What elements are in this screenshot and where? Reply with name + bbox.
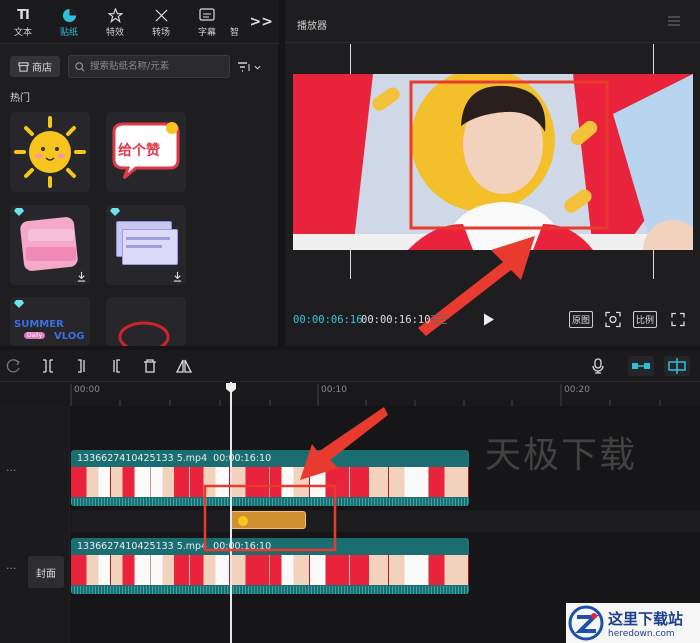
transition-icon	[154, 6, 169, 24]
annotation-arrow	[418, 236, 535, 336]
tab-label: 文本	[13, 28, 32, 38]
sticker-text: 给个赞	[118, 143, 160, 159]
screenshot-icon[interactable]	[605, 311, 621, 328]
fullscreen-icon[interactable]	[671, 311, 685, 328]
ruler-label: 00:10	[321, 385, 347, 395]
ruler-label: 00:20	[564, 385, 590, 395]
sticker-text: Daily	[24, 332, 46, 339]
audio-waveform	[71, 586, 469, 594]
redo-icon[interactable]	[6, 358, 22, 374]
delete-icon[interactable]	[142, 358, 158, 374]
mirror-icon[interactable]	[176, 358, 192, 374]
sticker-text: VLOG	[54, 331, 85, 342]
sticker-icon	[62, 6, 77, 24]
search-icon	[75, 61, 85, 72]
more-tabs-button[interactable]: >>	[250, 14, 273, 30]
clip-label: 1336627410425133 5.mp4 00:00:16:10	[77, 453, 272, 464]
split-right-icon[interactable]	[108, 358, 124, 374]
sticker-tile-circle[interactable]	[106, 297, 186, 346]
sticker-tile-sun[interactable]	[10, 112, 90, 192]
sticker-tile-window[interactable]	[106, 205, 186, 285]
sticker-tile-summer-vlog[interactable]: SUMMER VLOG Daily	[10, 297, 90, 346]
chevron-down-icon	[254, 65, 261, 70]
shop-icon	[18, 61, 29, 72]
tab-label: 特效	[105, 28, 124, 38]
tab-label: 转场	[151, 28, 170, 38]
time-ruler[interactable]: 00:00 00:10 00:20	[0, 382, 700, 406]
tab-subtitle[interactable]: 字幕	[184, 0, 230, 44]
sticker-tile-like[interactable]: 给个赞	[106, 112, 186, 192]
ruler-label: 00:00	[74, 385, 100, 395]
filter-button[interactable]	[238, 58, 268, 76]
diamond-icon	[14, 300, 24, 308]
filter-icon	[238, 62, 250, 72]
download-icon[interactable]	[172, 271, 183, 282]
sticker-tile-summer-pink[interactable]	[10, 205, 90, 285]
site-logo: 这里下载站 heredown.com	[566, 603, 700, 643]
total-time: 00:00:16:10	[361, 314, 431, 326]
clip-label: 1336627410425133 5.mp4 00:00:16:10	[77, 541, 272, 552]
split-icon[interactable]	[40, 358, 56, 374]
tab-label: 贴纸	[59, 28, 78, 38]
tab-label: 字幕	[197, 28, 216, 38]
snap-toggle[interactable]	[664, 356, 690, 376]
tab-effects[interactable]: 特效	[92, 0, 138, 44]
download-icon[interactable]	[76, 271, 87, 282]
tab-label: 智	[230, 28, 240, 38]
player-panel: 播放器 00:00:06:16 00:00:16:10 原图 比例	[285, 0, 700, 346]
category-tabs: TI 文本 贴纸 特效 转场 字幕 智 >>	[0, 0, 279, 44]
sun-thumbnail-icon	[238, 516, 248, 526]
video-clip-overlay[interactable]: 1336627410425133 5.mp4 00:00:16:10	[71, 450, 469, 506]
watermark-text: 天极下载	[485, 435, 638, 476]
shop-label: 商店	[32, 63, 52, 74]
sticker-track	[71, 510, 700, 532]
section-title: 热门	[10, 93, 30, 104]
subtitle-icon	[199, 6, 215, 24]
audio-waveform	[71, 498, 469, 506]
track-headers: ··· ···	[0, 406, 70, 643]
effects-icon	[107, 6, 123, 24]
timecode-grid-icon[interactable]	[431, 311, 447, 328]
original-button[interactable]: 原图	[569, 311, 593, 328]
diamond-icon	[14, 208, 24, 216]
sticker-text: SUMMER	[14, 319, 64, 330]
link-icon	[632, 363, 650, 369]
timeline-toolbar	[0, 350, 700, 382]
search-input[interactable]	[90, 61, 220, 72]
clip-thumbnails	[71, 555, 469, 585]
ratio-button[interactable]: 比例	[633, 311, 657, 328]
video-clip-main[interactable]: 1336627410425133 5.mp4 00:00:16:10	[71, 538, 469, 594]
logo-icon	[568, 605, 604, 641]
playhead-handle-icon[interactable]	[225, 382, 237, 394]
shop-button[interactable]: 商店	[10, 56, 60, 77]
diamond-icon	[110, 208, 120, 216]
play-icon[interactable]	[483, 311, 495, 328]
tab-transition[interactable]: 转场	[138, 0, 184, 44]
app-window: TI 文本 贴纸 特效 转场 字幕 智 >> 商店 搜索贴纸名称/元素 热门 给…	[0, 0, 700, 643]
split-left-icon[interactable]	[74, 358, 90, 374]
microphone-icon[interactable]	[590, 358, 606, 374]
clip-thumbnails	[71, 467, 469, 497]
track-options-icon[interactable]: ···	[6, 562, 17, 575]
tab-text[interactable]: TI 文本	[0, 0, 46, 44]
track-options-icon[interactable]: ···	[6, 464, 17, 477]
sun-sticker-icon	[14, 116, 86, 188]
snap-icon	[668, 358, 686, 374]
tab-sticker[interactable]: 贴纸	[46, 0, 92, 44]
search-box[interactable]	[68, 55, 230, 78]
sticker-clip[interactable]	[230, 511, 306, 529]
link-toggle[interactable]	[628, 356, 654, 376]
material-panel: TI 文本 贴纸 特效 转场 字幕 智 >> 商店 搜索贴纸名称/元素 热门 给…	[0, 0, 279, 346]
text-icon: TI	[17, 7, 30, 23]
logo-url: heredown.com	[608, 628, 675, 639]
cover-button[interactable]: 封面	[28, 556, 64, 588]
logo-title: 这里下载站	[608, 609, 684, 628]
current-time: 00:00:06:16	[293, 314, 363, 326]
red-circle-sticker-icon	[118, 321, 170, 346]
playhead[interactable]	[226, 382, 236, 643]
